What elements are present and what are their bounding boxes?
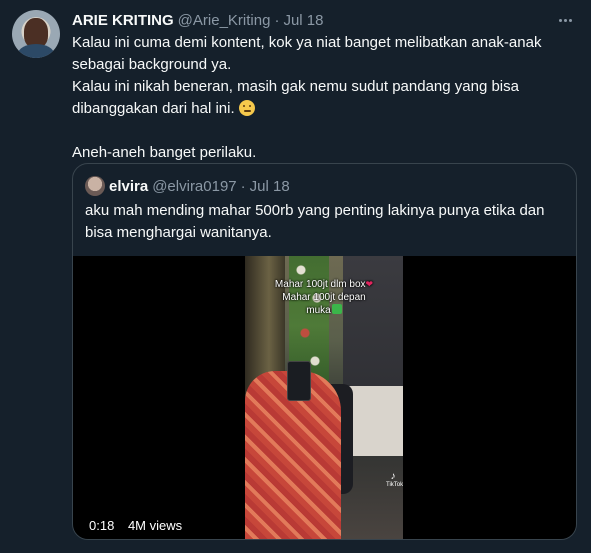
video-phone (287, 361, 311, 401)
quoted-line: bisa menghargai wanitanya. (85, 224, 272, 241)
video-duration: 0:18 (89, 518, 115, 533)
more-dot (563, 18, 567, 22)
tweet-line: dibanggakan dari hal ini. (72, 100, 235, 117)
caption-line: Mahar 100jt dlm box (274, 279, 366, 290)
video-player[interactable]: Mahar 100jt dlm box❤ Mahar 100jt depan m… (73, 256, 576, 539)
author-handle[interactable]: @Arie_Kriting (178, 12, 271, 29)
caption-line-with-heart: Mahar 100jt dlm box❤ (245, 278, 403, 291)
video-caption: Mahar 100jt dlm box❤ Mahar 100jt depan m… (245, 278, 403, 317)
caption-line: Mahar 100jt depan (282, 292, 366, 303)
separator-dot: · (240, 177, 246, 195)
quoted-avatar (85, 176, 105, 196)
quoted-header: elvira @elvira0197 · Jul 18 (85, 176, 290, 196)
tweet-line: sebagai background ya. (72, 56, 232, 73)
tiktok-watermark: ♪ TikTok (386, 472, 403, 490)
caption-line: muka (306, 305, 331, 316)
caption-line-with-check: muka (245, 304, 403, 317)
tweet-last-line: Aneh-aneh banget perilaku. (72, 144, 257, 161)
more-options-button[interactable] (553, 8, 577, 32)
tweet-line: Kalau ini cuma demi kontent, kok ya niat… (72, 34, 542, 51)
quoted-author-name: elvira (109, 177, 149, 195)
video-frame: Mahar 100jt dlm box❤ Mahar 100jt depan m… (245, 256, 403, 539)
quoted-tweet[interactable]: elvira @elvira0197 · Jul 18 aku mah mend… (72, 163, 577, 540)
video-stats: 0:18 4M views (89, 518, 192, 533)
author-name[interactable]: ARIE KRITING (72, 12, 174, 29)
tweet-line: Kalau ini nikah beneran, masih gak nemu … (72, 78, 519, 95)
tweet-text: Kalau ini cuma demi kontent, kok ya niat… (72, 32, 577, 164)
thinking-face-icon (238, 100, 255, 116)
tiktok-label: TikTok (386, 482, 403, 488)
tweet-line-with-emoji: dibanggakan dari hal ini. (72, 98, 577, 120)
author-avatar[interactable] (12, 10, 60, 58)
tweet-date[interactable]: Jul 18 (283, 12, 323, 29)
quoted-handle: @elvira0197 (152, 177, 237, 195)
check-icon (331, 304, 342, 314)
tweet-header: ARIE KRITING @Arie_Kriting · Jul 18 (72, 10, 323, 30)
quoted-date: Jul 18 (249, 177, 290, 195)
more-dot (568, 18, 572, 22)
quoted-line: aku mah mending mahar 500rb yang penting… (85, 202, 545, 219)
avatar-shirt (18, 44, 54, 58)
video-views: 4M views (127, 518, 183, 533)
heart-icon: ❤ (365, 279, 374, 289)
more-dot (558, 18, 562, 22)
quoted-text: aku mah mending mahar 500rb yang penting… (85, 200, 565, 244)
separator-dot: · (274, 11, 280, 29)
tweet[interactable]: ARIE KRITING @Arie_Kriting · Jul 18 Kala… (0, 0, 591, 553)
